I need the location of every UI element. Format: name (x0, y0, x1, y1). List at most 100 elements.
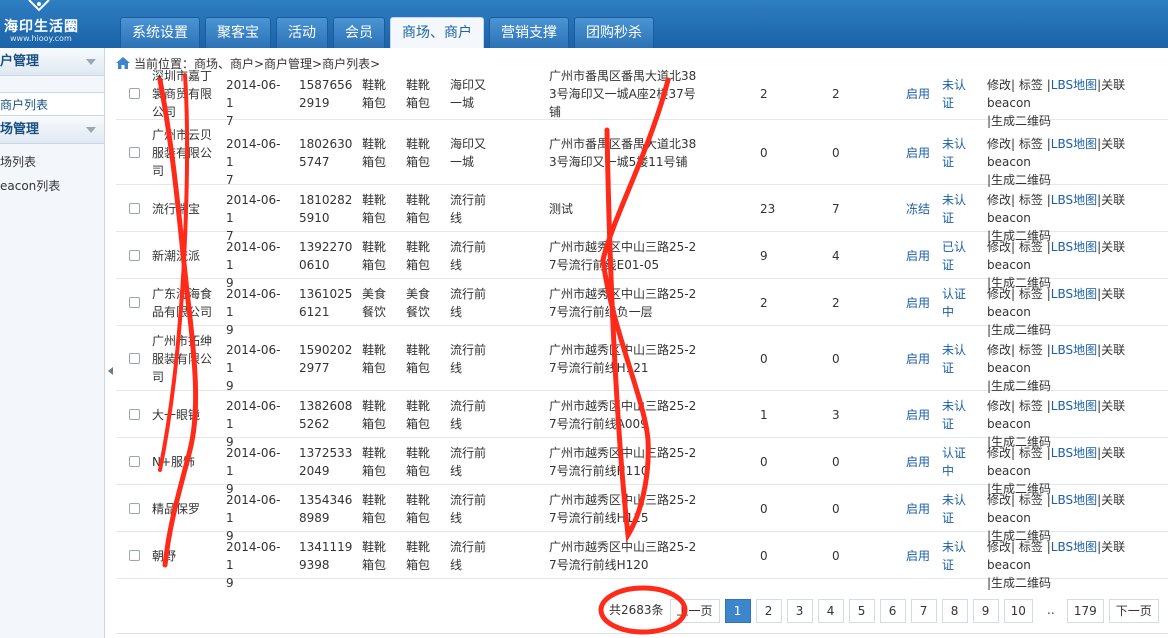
row-checkbox[interactable] (129, 297, 140, 308)
status-toggle-link[interactable]: 启用 (906, 453, 936, 471)
row-checkbox[interactable] (129, 203, 140, 214)
edit-link[interactable]: 修改| (987, 240, 1015, 254)
category-primary-line: 箱包 (362, 155, 387, 169)
auth-status-link[interactable]: 认证中 (942, 444, 972, 480)
row-checkbox[interactable] (129, 550, 140, 561)
auth-status-link[interactable]: 未认证 (942, 135, 972, 171)
phone-number: 1590202 2977 (299, 341, 352, 377)
lbs-map-link[interactable]: LBS地图 (1051, 287, 1097, 301)
brand-logo[interactable]: 海印生活圈 www.hiooy.com (0, 0, 105, 48)
status-toggle-link[interactable]: 启用 (906, 85, 936, 103)
lbs-map-link[interactable]: LBS地图 (1051, 343, 1097, 357)
auth-status-link[interactable]: 未认证 (942, 341, 972, 377)
edit-link[interactable]: 修改| (987, 287, 1015, 301)
lbs-map-link[interactable]: LBS地图 (1051, 399, 1097, 413)
merchant-name-line: 服装有限公 (152, 352, 213, 366)
status-toggle-link[interactable]: 启用 (906, 547, 936, 565)
lbs-map-link[interactable]: LBS地图 (1051, 137, 1097, 151)
generate-qr-link[interactable]: |生成二维码 (987, 576, 1051, 590)
tab-5[interactable]: 营销支撑 (489, 17, 569, 48)
sidebar-item-merchant-list[interactable]: 商户列表 (0, 92, 104, 116)
prev-page-button[interactable]: 上一页 (669, 599, 720, 623)
page-button[interactable]: 8 (941, 599, 968, 623)
row-checkbox[interactable] (129, 456, 140, 467)
page-button[interactable]: 5 (848, 599, 875, 623)
tag-link[interactable]: 标签 (1019, 193, 1043, 207)
tag-link[interactable]: 标签 (1019, 343, 1043, 357)
lbs-map-link[interactable]: LBS地图 (1051, 540, 1097, 554)
row-checkbox[interactable] (129, 250, 140, 261)
auth-status-link[interactable]: 未认证 (942, 538, 972, 574)
status-toggle-link[interactable]: 启用 (906, 247, 936, 265)
edit-link[interactable]: 修改| (987, 493, 1015, 507)
tag-link[interactable]: 标签 (1019, 240, 1043, 254)
address-line: 7号流行前线H110 (549, 464, 649, 478)
auth-status-link[interactable]: 未认证 (942, 491, 972, 527)
tag-link[interactable]: 标签 (1019, 493, 1043, 507)
row-checkbox[interactable] (129, 88, 140, 99)
page-button[interactable]: 6 (879, 599, 906, 623)
tag-link[interactable]: 标签 (1019, 399, 1043, 413)
tag-link[interactable]: 标签 (1019, 446, 1043, 460)
lbs-map-link[interactable]: LBS地图 (1051, 240, 1097, 254)
edit-link[interactable]: 修改| (987, 343, 1015, 357)
lbs-map-link[interactable]: LBS地图 (1051, 446, 1097, 460)
page-button[interactable]: 9 (972, 599, 999, 623)
tab-2[interactable]: 活动 (276, 17, 328, 48)
address-line: 广州市越秀区中山三路25-2 (549, 287, 697, 301)
status-toggle-link[interactable]: 启用 (906, 500, 936, 518)
sidebar-group-mall[interactable]: 场管理 (0, 116, 104, 144)
page-button[interactable]: 3 (786, 599, 813, 623)
tag-link[interactable]: 标签 (1019, 287, 1043, 301)
mall-name: 流行前线 (450, 341, 495, 377)
lbs-map-link[interactable]: LBS地图 (1051, 493, 1097, 507)
edit-link[interactable]: 修改| (987, 540, 1015, 554)
auth-status-link[interactable]: 未认证 (942, 397, 972, 433)
tab-4[interactable]: 商场、商户 (390, 17, 484, 48)
next-page-button[interactable]: 下一页 (1108, 599, 1159, 623)
tab-3[interactable]: 会员 (333, 17, 385, 48)
sidebar-group-merchant[interactable]: 户管理 (0, 48, 104, 76)
row-checkbox[interactable] (129, 503, 140, 514)
edit-link[interactable]: 修改| (987, 137, 1015, 151)
row-checkbox[interactable] (129, 353, 140, 364)
status-toggle-link[interactable]: 冻结 (906, 200, 936, 218)
merchant-name-line: N+服饰 (152, 455, 196, 469)
sidebar-collapse-icon[interactable] (108, 367, 113, 375)
tag-link[interactable]: 标签 (1019, 78, 1043, 92)
page-button[interactable]: 1 (724, 599, 751, 623)
count-b: 0 (832, 549, 840, 563)
status-toggle-link[interactable]: 启用 (906, 144, 936, 162)
page-button[interactable]: 7 (910, 599, 937, 623)
status-toggle-link[interactable]: 启用 (906, 406, 936, 424)
edit-link[interactable]: 修改| (987, 78, 1015, 92)
tag-link[interactable]: 标签 (1019, 137, 1043, 151)
page-button[interactable]: 10 (1003, 599, 1033, 623)
auth-status-link[interactable]: 已认证 (942, 238, 972, 274)
mall-name-line: 流行前 (450, 540, 487, 554)
auth-status-link[interactable]: 未认证 (942, 76, 972, 112)
tab-6[interactable]: 团购秒杀 (574, 17, 654, 48)
row-checkbox[interactable] (129, 409, 140, 420)
created-date-line: 2014-06-1 (226, 240, 281, 272)
edit-link[interactable]: 修改| (987, 193, 1015, 207)
page-button[interactable]: 2 (755, 599, 782, 623)
tag-link[interactable]: 标签 (1019, 540, 1043, 554)
tab-0[interactable]: 系统设置 (120, 17, 200, 48)
created-date-line: 2014-06-1 (226, 78, 281, 110)
lbs-map-link[interactable]: LBS地图 (1051, 193, 1097, 207)
edit-link[interactable]: 修改| (987, 446, 1015, 460)
auth-status-link[interactable]: 未认证 (942, 191, 972, 227)
status-toggle-link[interactable]: 启用 (906, 350, 936, 368)
sidebar-item-mall-list[interactable]: 场列表 (0, 150, 104, 174)
sidebar-item-beacon-list[interactable]: eacon列表 (0, 174, 104, 198)
auth-status-link[interactable]: 认证中 (942, 285, 972, 321)
page-button[interactable]: 4 (817, 599, 844, 623)
last-page-button[interactable]: 179 (1066, 599, 1104, 623)
status-toggle-link[interactable]: 启用 (906, 294, 936, 312)
category-primary: 鞋靴 箱包 (362, 76, 392, 112)
tab-1[interactable]: 聚客宝 (205, 17, 271, 48)
edit-link[interactable]: 修改| (987, 399, 1015, 413)
lbs-map-link[interactable]: LBS地图 (1051, 78, 1097, 92)
row-checkbox[interactable] (129, 147, 140, 158)
